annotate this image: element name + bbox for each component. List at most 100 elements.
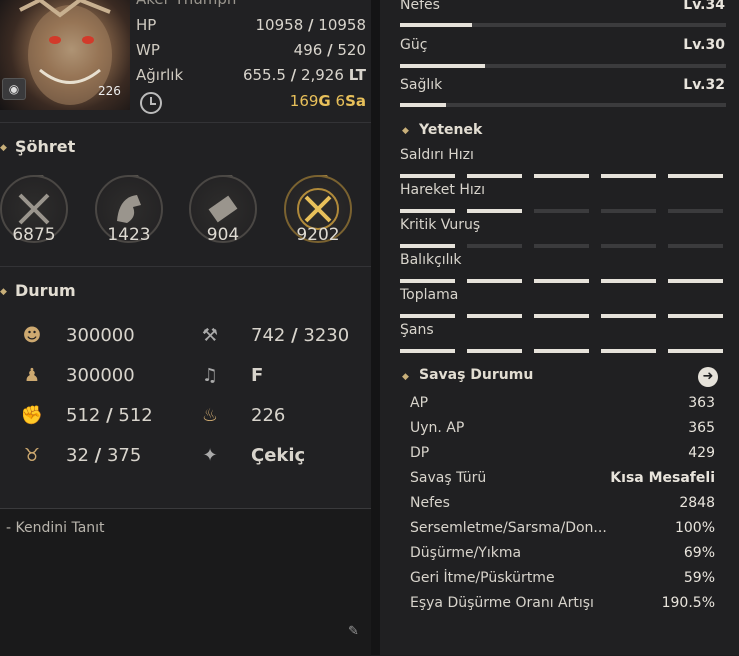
talent-label: Hareket Hızı — [400, 182, 485, 198]
panel-gap — [371, 0, 380, 655]
edit-pencil-icon[interactable]: ✎ — [348, 624, 359, 639]
combat-fame-value: 6875 — [12, 225, 56, 245]
status-value-4: 32 / 375 — [66, 445, 142, 466]
wp-value: 496 / 520 — [293, 41, 366, 59]
portrait-number: 226 — [98, 84, 121, 98]
combat-stat-value: 2848 — [679, 495, 715, 511]
talent-segment — [534, 174, 589, 178]
character-panel: ◉ 226 Aker Thumph HP 10958 / 10958 WP 49… — [0, 0, 371, 656]
combat-stat-label: Düşürme/Yıkma — [410, 545, 522, 561]
taurus-icon: ♉ — [23, 445, 41, 466]
wp-label: WP — [136, 41, 160, 59]
life-skill-level: Lv.30 — [683, 37, 725, 53]
soldier-icon: ♟ — [23, 365, 41, 386]
talent-segment — [601, 279, 656, 283]
combat-stat-label: Savaş Türü — [410, 470, 487, 486]
status-value-8: Çekiç — [251, 445, 306, 466]
talent-segment — [534, 244, 589, 248]
self-intro-box[interactable]: - Kendini Tanıt ✎ — [0, 508, 371, 656]
lore-fame-value: 904 — [206, 225, 240, 245]
talent-segment — [668, 209, 723, 213]
talent-segment — [668, 279, 723, 283]
life-skill-level: Lv.34 — [683, 0, 725, 13]
talent-title: Yetenek — [419, 122, 483, 138]
talent-segment — [668, 349, 723, 353]
talent-segment — [400, 349, 455, 353]
life-skill-bar — [400, 64, 726, 68]
diamond-icon: ◆ — [0, 143, 7, 153]
talent-segment — [400, 314, 455, 318]
diamond-icon: ◆ — [402, 372, 409, 382]
talent-segment — [601, 174, 656, 178]
clock-icon — [140, 92, 162, 114]
hp-label: HP — [136, 16, 157, 34]
status-value-5: 742 / 3230 — [251, 325, 350, 346]
arrow-right-icon[interactable]: ➜ — [698, 367, 718, 387]
combat-stat-value: Kısa Mesafeli — [610, 470, 715, 486]
combat-stat-label: Eşya Düşürme Oranı Artışı — [410, 595, 594, 611]
divider — [0, 266, 371, 267]
talent-segment — [601, 314, 656, 318]
status-value-3: 512 / 512 — [66, 405, 153, 426]
life-skill-label: Nefes — [400, 0, 440, 13]
camera-icon[interactable]: ◉ — [2, 78, 26, 100]
combat-stat-label: AP — [410, 395, 429, 411]
talent-segment — [467, 279, 522, 283]
status-title: Durum — [15, 281, 76, 300]
weight-label: Ağırlık — [136, 66, 184, 84]
weight-value: 655.5 / 2,926 LT — [242, 66, 366, 84]
talent-segment — [400, 244, 455, 248]
talent-segment — [601, 349, 656, 353]
status-value-7: 226 — [251, 405, 286, 426]
talent-label: Toplama — [400, 287, 459, 303]
talent-segment — [467, 314, 522, 318]
status-value-1: 300000 — [66, 325, 135, 346]
time-value: 169G 6Sa — [289, 92, 366, 110]
talent-label: Saldırı Hızı — [400, 147, 474, 163]
status-value-2: 300000 — [66, 365, 135, 386]
talent-segment — [467, 244, 522, 248]
talent-segment — [668, 244, 723, 248]
talent-segment — [668, 314, 723, 318]
talent-segment — [534, 349, 589, 353]
talent-segment — [467, 349, 522, 353]
talent-label: Şans — [400, 322, 434, 338]
talent-segment — [601, 244, 656, 248]
diamond-icon: ◆ — [0, 287, 7, 297]
life-skill-label: Güç — [400, 37, 428, 53]
talent-segment — [534, 209, 589, 213]
combat-stat-value: 365 — [688, 420, 715, 436]
flame-icon: ♨ — [201, 405, 219, 426]
bar-fill — [400, 23, 472, 27]
status-value-6: F — [251, 365, 264, 386]
combat-stat-value: 100% — [674, 520, 715, 536]
life-skill-bar — [400, 103, 726, 107]
combat-title: Savaş Durumu — [419, 367, 534, 383]
total-fame-value: 9202 — [296, 225, 340, 245]
diamond-icon: ◆ — [402, 126, 409, 136]
skills-panel: Nefes Lv.34 Güç Lv.30 Sağlık Lv.32 ◆ Yet… — [380, 0, 739, 655]
talent-segment — [534, 279, 589, 283]
talent-label: Kritik Vuruş — [400, 217, 481, 233]
self-intro-label: - Kendini Tanıt — [6, 520, 105, 536]
combat-stat-label: Sersemletme/Sarsma/Don... — [410, 520, 607, 536]
talent-segment — [400, 209, 455, 213]
life-skill-label: Sağlık — [400, 77, 443, 93]
combat-stat-value: 429 — [688, 445, 715, 461]
combat-stat-value: 190.5% — [661, 595, 715, 611]
fame-title: Şöhret — [15, 137, 76, 156]
life-skill-level: Lv.32 — [683, 77, 725, 93]
combat-stat-label: DP — [410, 445, 430, 461]
combat-stat-label: Geri İtme/Püskürtme — [410, 570, 555, 586]
talent-segment — [534, 314, 589, 318]
combat-stat-label: Uyn. AP — [410, 420, 465, 436]
combat-stat-value: 69% — [683, 545, 715, 561]
combat-stat-value: 363 — [688, 395, 715, 411]
bar-fill — [400, 64, 485, 68]
talent-segment — [400, 279, 455, 283]
life-skill-bar — [400, 23, 726, 27]
character-name: Aker Thumph — [136, 0, 236, 8]
life-fame-value: 1423 — [107, 225, 151, 245]
flex-arm-icon: ✊ — [20, 405, 44, 426]
talent-label: Balıkçılık — [400, 252, 462, 268]
